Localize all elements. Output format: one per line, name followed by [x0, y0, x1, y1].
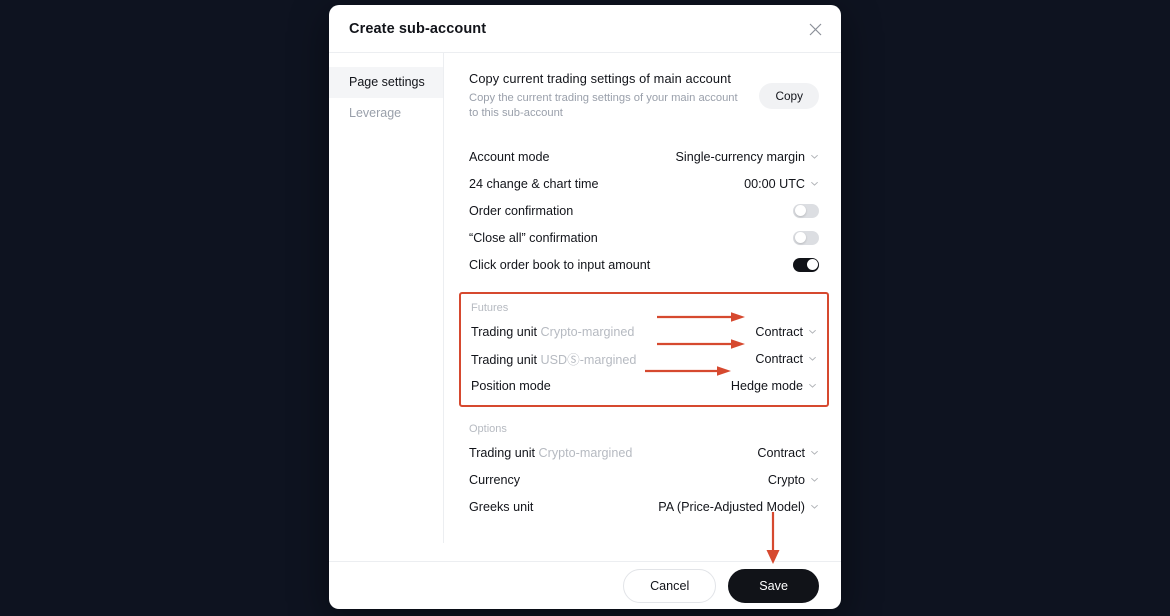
row-options-currency: Currency Crypto — [469, 466, 819, 493]
create-sub-account-dialog: Create sub-account Page settings Leverag… — [329, 5, 841, 609]
toggle-knob — [794, 205, 806, 216]
options-section-label: Options — [469, 423, 507, 435]
row-label-main: Position mode — [471, 378, 551, 393]
futures-crypto-trading-unit-dropdown[interactable]: Contract — [755, 325, 817, 339]
toggle-knob — [806, 259, 818, 270]
row-label: Trading unit Crypto-margined — [471, 325, 634, 339]
row-label: “Close all” confirmation — [469, 230, 598, 245]
row-label-main: Trading unit — [471, 324, 538, 339]
sidebar-item-label: Page settings — [349, 75, 425, 89]
row-label-qualifier: Crypto-margined — [538, 445, 633, 460]
position-mode-dropdown[interactable]: Hedge mode — [731, 379, 817, 393]
row-value-text: Contract — [757, 445, 805, 460]
row-value-text: Contract — [755, 324, 803, 339]
row-futures-trading-unit-usds: Trading unit USDⓈ-margined Contract — [471, 345, 817, 372]
sidebar-item-page-settings[interactable]: Page settings — [329, 67, 444, 98]
row-label: Greeks unit — [469, 499, 534, 514]
copy-settings-title: Copy current trading settings of main ac… — [469, 71, 731, 86]
row-account-mode: Account mode Single-currency margin — [469, 143, 819, 170]
close-all-confirmation-toggle[interactable] — [793, 230, 819, 245]
options-trading-unit-dropdown[interactable]: Contract — [757, 446, 819, 460]
row-order-confirmation: Order confirmation — [469, 197, 819, 224]
row-value-text: Crypto — [767, 472, 805, 487]
row-value-text: PA (Price-Adjusted Model) — [658, 499, 805, 514]
chevron-down-icon — [811, 181, 818, 186]
row-label: Click order book to input amount — [469, 257, 651, 272]
futures-section-label: Futures — [471, 302, 509, 314]
row-label: Account mode — [469, 149, 550, 164]
row-label-main: Trading unit — [471, 353, 538, 367]
dialog-content: Copy current trading settings of main ac… — [444, 53, 841, 561]
dialog-sidebar: Page settings Leverage — [329, 53, 444, 561]
options-currency-dropdown[interactable]: Crypto — [768, 473, 819, 487]
chevron-down-icon — [809, 356, 816, 361]
copy-settings-block: Copy current trading settings of main ac… — [469, 71, 819, 121]
click-order-book-toggle[interactable] — [793, 257, 819, 272]
chevron-down-icon — [811, 154, 818, 159]
row-label: Position mode — [471, 379, 551, 393]
row-chart-time: 24 change & chart time 00:00 UTC — [469, 170, 819, 197]
row-value-text: 00:00 UTC — [744, 176, 805, 191]
cancel-button[interactable]: Cancel — [623, 568, 717, 603]
copy-settings-subtitle: Copy the current trading settings of you… — [469, 92, 738, 119]
options-greeks-unit-dropdown[interactable]: PA (Price-Adjusted Model) — [658, 500, 819, 514]
page-title: Create sub-account — [349, 20, 487, 37]
chevron-down-icon — [809, 329, 816, 334]
account-mode-dropdown[interactable]: Single-currency margin — [676, 150, 820, 164]
row-label-main: Trading unit — [469, 445, 536, 460]
chevron-down-icon — [811, 504, 818, 509]
row-value-text: Hedge mode — [730, 378, 803, 393]
futures-section: Futures Trading unit Crypto-margined Con… — [459, 292, 829, 407]
futures-usds-trading-unit-dropdown[interactable]: Contract — [755, 352, 817, 366]
dialog-header: Create sub-account — [329, 5, 841, 53]
order-confirmation-toggle[interactable] — [793, 203, 819, 218]
dialog-body: Page settings Leverage Copy current trad… — [329, 53, 841, 561]
sidebar-item-label: Leverage — [349, 106, 402, 120]
row-label-qualifier: Crypto-margined — [540, 324, 635, 339]
chevron-down-icon — [811, 477, 818, 482]
save-button[interactable]: Save — [728, 568, 819, 603]
copy-button[interactable]: Copy — [759, 83, 819, 109]
row-futures-trading-unit-crypto: Trading unit Crypto-margined Contract — [471, 318, 817, 345]
dialog-footer: Cancel Save — [329, 561, 841, 609]
screen: Create sub-account Page settings Leverag… — [0, 0, 1170, 616]
options-section: Options Trading unit Crypto-margined Con… — [469, 423, 819, 520]
row-close-all-confirmation: “Close all” confirmation — [469, 224, 819, 251]
close-icon[interactable] — [803, 17, 827, 41]
row-value-text: Single-currency margin — [675, 149, 806, 164]
general-settings-list: Account mode Single-currency margin 24 c… — [469, 143, 819, 278]
row-value-text: Contract — [755, 351, 803, 366]
sidebar-item-leverage[interactable]: Leverage — [329, 98, 444, 129]
row-options-trading-unit-crypto: Trading unit Crypto-margined Contract — [469, 439, 819, 466]
row-options-greeks-unit: Greeks unit PA (Price-Adjusted Model) — [469, 493, 819, 520]
row-position-mode: Position mode Hedge mode — [471, 372, 817, 399]
row-label: Trading unit Crypto-margined — [469, 446, 632, 460]
chevron-down-icon — [811, 450, 818, 455]
row-label: Currency — [469, 472, 521, 487]
row-click-order-book: Click order book to input amount — [469, 251, 819, 278]
row-label: Order confirmation — [469, 203, 574, 218]
toggle-knob — [794, 232, 806, 243]
row-label: 24 change & chart time — [469, 176, 599, 191]
row-label-qualifier: USDⓈ-margined — [540, 353, 637, 367]
row-label: Trading unit USDⓈ-margined — [471, 349, 636, 368]
chart-time-dropdown[interactable]: 00:00 UTC — [744, 177, 819, 191]
chevron-down-icon — [809, 383, 816, 388]
